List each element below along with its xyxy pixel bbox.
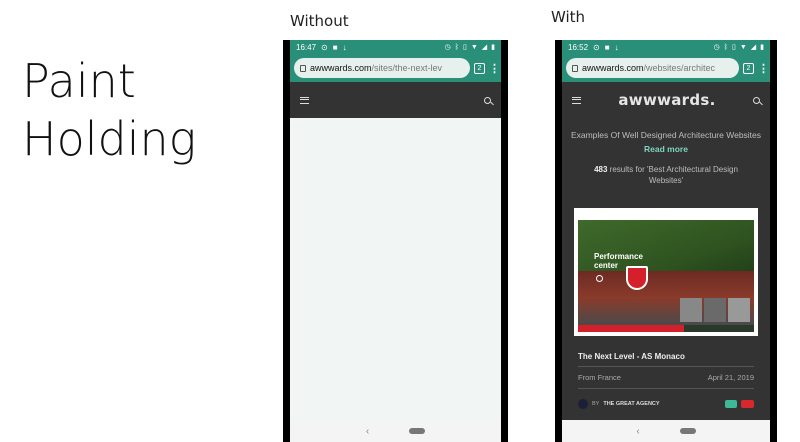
video-icon: ■ [332, 42, 338, 52]
signal-icon: ◢ [481, 44, 488, 51]
card-divider [578, 366, 754, 367]
results-text: results for 'Best Architectural Design W… [607, 165, 738, 185]
notification-icon: ⊙ [321, 42, 328, 52]
menu-icon[interactable] [300, 96, 309, 104]
play-icon [596, 275, 603, 282]
browser-toolbar: awwwards.com/sites/the-next-lev 2 ⋮ [290, 54, 501, 82]
home-icon[interactable] [679, 428, 696, 434]
menu-icon[interactable] [572, 96, 581, 104]
read-more-link[interactable]: Read more [562, 144, 770, 154]
signal-icon: ◢ [750, 44, 757, 51]
download-icon: ↓ [342, 42, 347, 52]
card-title[interactable]: The Next Level - AS Monaco [578, 352, 685, 361]
tab-switcher-button[interactable]: 2 [474, 62, 485, 74]
monaco-crest-icon [626, 266, 648, 290]
status-time: 16:52 [568, 42, 589, 52]
thumbnail-red-bar [578, 325, 684, 332]
bluetooth-icon: ᛒ [723, 43, 728, 51]
vibrate-icon: ▯ [462, 44, 467, 51]
card-country: From France [578, 373, 621, 382]
overflow-menu-icon[interactable]: ⋮ [489, 62, 500, 75]
slide: Paint Holding Without With 16:47 ⊙ ■ ↓ ◷… [0, 0, 800, 442]
back-icon[interactable]: ‹ [366, 426, 369, 437]
lock-icon [300, 64, 306, 72]
card-date: April 21, 2019 [707, 373, 754, 382]
collection-subtitle: Examples Of Well Designed Architecture W… [570, 130, 762, 140]
status-bar: 16:52 ⊙ ■ ↓ ◷ ᛒ ▯ ▼ ◢ ▮ [562, 40, 770, 54]
download-icon: ↓ [614, 42, 619, 52]
home-icon[interactable] [409, 428, 426, 434]
slide-title-line1: Paint [22, 54, 136, 108]
site-header [290, 82, 501, 118]
back-icon[interactable]: ‹ [636, 426, 639, 437]
agency-row: BY THE GREAT AGENCY [578, 399, 754, 409]
thumbnail-photos [680, 298, 750, 322]
tab-switcher-button[interactable]: 2 [743, 62, 754, 74]
android-nav-bar: ‹ [290, 420, 501, 442]
lock-icon [572, 64, 578, 72]
wifi-icon: ▼ [739, 43, 747, 51]
notification-icon: ⊙ [593, 42, 600, 52]
battery-icon: ▮ [491, 44, 495, 51]
overflow-menu-icon[interactable]: ⋮ [758, 62, 769, 75]
video-icon: ■ [604, 42, 610, 52]
phone-screen-with: 16:52 ⊙ ■ ↓ ◷ ᛒ ▯ ▼ ◢ ▮ awwwards.com/web… [562, 40, 770, 442]
battery-icon: ▮ [760, 44, 764, 51]
caption-with: With [551, 8, 586, 26]
site-thumbnail[interactable]: Performance center [578, 212, 754, 332]
agency-name[interactable]: THE GREAT AGENCY [603, 401, 659, 407]
url-host: awwwards.com [310, 63, 372, 73]
search-icon[interactable] [484, 96, 491, 104]
agency-avatar[interactable] [578, 399, 588, 409]
site-card[interactable]: Performance center [574, 208, 758, 336]
android-nav-bar: ‹ [562, 420, 770, 442]
alarm-icon: ◷ [444, 44, 451, 51]
status-bar: 16:47 ⊙ ■ ↓ ◷ ᛒ ▯ ▼ ◢ ▮ [290, 40, 501, 54]
url-bar[interactable]: awwwards.com/websites/architec [566, 58, 739, 78]
url-path: /sites/the-next-lev [371, 63, 443, 73]
thumbnail-header-strip [578, 212, 754, 220]
site-header: awwwards. [562, 82, 770, 118]
phone-without: 16:47 ⊙ ■ ↓ ◷ ᛒ ▯ ▼ ◢ ▮ awwwards.com/sit… [283, 40, 508, 442]
phone-screen-without: 16:47 ⊙ ■ ↓ ◷ ᛒ ▯ ▼ ◢ ▮ awwwards.com/sit… [290, 40, 501, 442]
slide-title: Paint Holding [22, 52, 196, 168]
award-badge-icon [725, 400, 738, 408]
site-logo[interactable]: awwwards. [618, 91, 715, 109]
caption-without: Without [290, 12, 349, 30]
browser-toolbar: awwwards.com/websites/architec 2 ⋮ [562, 54, 770, 82]
page-content: Examples Of Well Designed Architecture W… [562, 118, 770, 420]
alarm-icon: ◷ [713, 44, 720, 51]
phone-with: 16:52 ⊙ ■ ↓ ◷ ᛒ ▯ ▼ ◢ ▮ awwwards.com/web… [555, 40, 777, 442]
url-path: /websites/architec [643, 63, 716, 73]
blank-page-area [290, 118, 501, 420]
award-badge-icon [741, 400, 754, 408]
slide-title-line2: Holding [22, 112, 197, 166]
agency-prefix: BY [592, 401, 600, 407]
search-icon[interactable] [753, 96, 760, 104]
status-time: 16:47 [296, 42, 317, 52]
url-host: awwwards.com [582, 63, 644, 73]
url-bar[interactable]: awwwards.com/sites/the-next-lev [294, 58, 470, 78]
results-count: 483 [594, 165, 608, 174]
wifi-icon: ▼ [470, 43, 478, 51]
vibrate-icon: ▯ [731, 44, 736, 51]
card-divider [578, 388, 754, 389]
bluetooth-icon: ᛒ [454, 43, 459, 51]
results-summary: 483 results for 'Best Architectural Desi… [562, 164, 770, 186]
